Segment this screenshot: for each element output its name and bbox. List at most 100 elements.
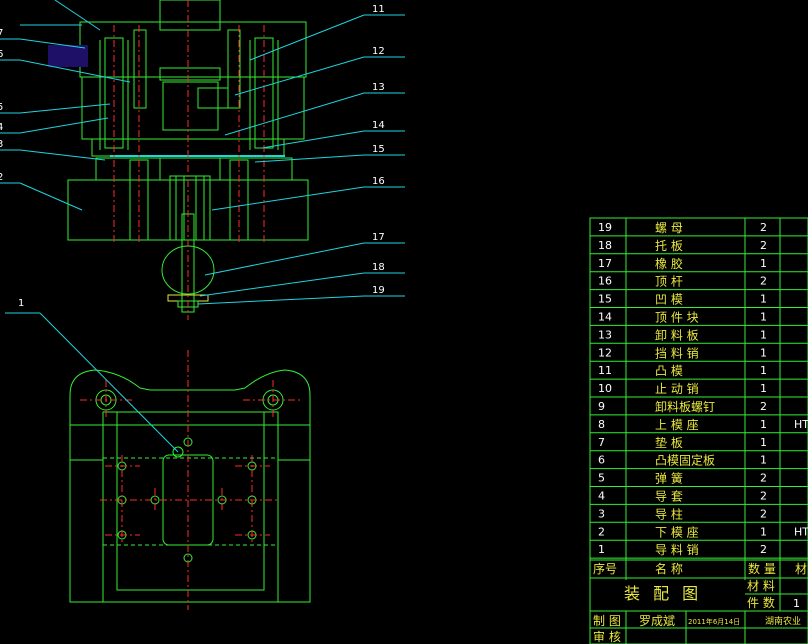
callout-17: 17 [372,232,385,243]
callout-18: 18 [372,262,385,273]
part-row-17: 17 橡 胶 1 [598,256,767,271]
part-qty: 2 [760,275,767,288]
part-number: 18 [598,239,612,252]
part-number: 14 [598,311,612,324]
punch-step [197,87,229,109]
part-qty: 2 [760,239,767,252]
part-row-14: 14 顶 件 块 1 [598,311,767,325]
backing-plate [159,67,221,81]
cad-drawing-canvas: 11 12 13 14 15 16 17 18 19 7 6 5 4 3 2 1 19 螺 母 2 18 托 板 2 17… [0,0,808,644]
part-number: 12 [598,346,612,359]
title-block: 装 配 图 材 料 件 数 1 制 图 罗成斌 2011年6月14日 湖南农业 … [589,577,808,644]
part-qty: 2 [760,400,767,413]
part-qty: 1 [760,454,767,467]
part-qty: 2 [760,543,767,556]
header-material: 材 [795,562,807,576]
part-number: 5 [598,472,605,485]
part-number: 1 [598,543,605,556]
count-label: 件 数 [747,595,775,610]
part-qty: 1 [760,257,767,270]
selection-highlight [48,45,88,67]
callout-11: 11 [372,4,385,15]
part-number: 10 [598,382,612,395]
parts-list-rows: 19 螺 母 218 托 板 217 橡 胶 116 顶 杆 215 凹 模 114 顶 件 块 113… [590,221,808,559]
part-row-11: 11 凸 模 1 [598,364,767,378]
part-qty: 2 [760,221,767,234]
plan-view [69,350,311,610]
part-qty: 1 [760,311,767,324]
callout-7: 7 [0,28,3,39]
header-no: 序号 [593,561,617,576]
part-row-12: 12 挡 料 销 1 [598,346,767,360]
callout-13: 13 [372,82,385,93]
part-row-15: 15 凹 模 1 [598,293,767,307]
callout-15: 15 [372,144,385,155]
part-row-10: 10 止 动 销 1 [598,382,767,396]
part-qty: 1 [760,418,767,431]
callout-2: 2 [0,172,3,183]
part-name: 弹 簧 [655,471,683,486]
part-number: 13 [598,328,612,341]
part-qty: 1 [760,382,767,395]
part-row-16: 16 顶 杆 2 [598,275,767,289]
review-label: 审 核 [593,629,621,644]
part-row-9: 9 卸料板螺钉 2 [598,399,767,414]
drawn-by: 罗成斌 [639,614,675,628]
parts-table-header: 序号 名 称 数 量 材 [589,559,808,579]
part-qty: 1 [760,436,767,449]
punch [162,81,219,131]
part-material: HT [794,525,808,538]
header-qty: 数 量 [748,561,776,576]
count-value: 1 [793,597,800,610]
part-number: 15 [598,293,612,306]
callout-4: 4 [0,122,3,133]
part-row-7: 7 垫 板 1 [598,435,767,450]
part-name: 止 动 销 [655,382,699,396]
part-row-19: 19 螺 母 2 [598,221,767,235]
part-number: 9 [598,400,605,413]
callout-14: 14 [372,120,385,131]
part-name: 凸模固定板 [655,453,715,468]
part-qty: 1 [760,293,767,306]
part-number: 11 [598,364,612,377]
header-name: 名 称 [655,561,683,576]
part-name: 卸料板螺钉 [655,399,715,414]
part-name: 螺 母 [655,221,683,235]
drawing-title: 装 配 图 [624,584,702,603]
callout-plan-1: 1 [18,298,24,309]
drawing-date: 2011年6月14日 [688,617,740,626]
callout-19: 19 [372,285,385,296]
ejector-rod-right [195,175,205,241]
part-name: 托 板 [655,239,683,253]
part-number: 17 [598,257,612,270]
part-row-4: 4 导 套 2 [598,490,767,504]
part-material: HT [794,418,808,431]
part-name: 挡 料 销 [655,346,699,360]
part-name: 橡 胶 [655,256,683,271]
part-qty: 2 [760,507,767,520]
part-name: 下 模 座 [655,524,699,539]
callout-12: 12 [372,46,385,57]
callout-3: 3 [0,139,3,150]
part-name: 顶 件 块 [655,311,699,325]
spring-outlines [99,40,279,150]
part-row-18: 18 托 板 2 [598,239,767,253]
part-qty: 1 [760,364,767,377]
part-name: 凹 模 [655,293,683,307]
part-number: 4 [598,490,605,503]
part-number: 6 [598,454,605,467]
part-row-8: 8 上 模 座 1 HT [598,417,808,432]
die-opening [159,157,221,181]
stripper-screw-left [133,29,147,109]
part-number: 2 [598,525,605,538]
part-row-3: 3 导 柱 2 [598,506,767,521]
part-row-2: 2 下 模 座 1 HT [598,524,808,539]
part-name: 导 料 销 [655,543,699,557]
part-qty: 1 [760,525,767,538]
part-name: 卸 料 板 [655,327,699,342]
part-name: 上 模 座 [655,417,699,432]
part-row-1: 1 导 料 销 2 [598,543,767,557]
part-row-5: 5 弹 簧 2 [598,471,767,486]
die-shank [159,0,221,31]
callout-16: 16 [372,176,385,187]
